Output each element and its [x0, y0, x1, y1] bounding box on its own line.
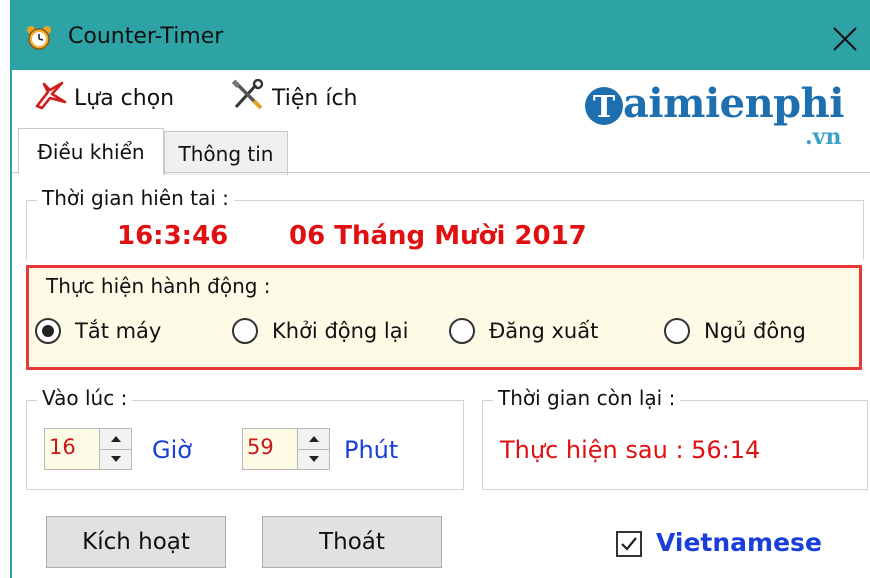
vietnamese-label[interactable]: Vietnamese [656, 528, 822, 557]
svg-text:T: T [593, 90, 616, 125]
radio-hibernate-circle[interactable] [664, 318, 690, 344]
action-legend: Thực hiện hành động : [46, 274, 271, 298]
hour-spinner[interactable]: 16 [44, 428, 132, 470]
current-time-group: Thời gian hiên tai : 16:3:46 06 Tháng Mư… [26, 186, 864, 260]
menu-options-label: Lựa chọn [74, 85, 175, 111]
arrow-up-icon [110, 435, 121, 442]
tools-icon [230, 78, 272, 117]
at-time-legend: Vào lúc : [37, 386, 133, 410]
radio-restart[interactable]: Khởi động lại [232, 318, 408, 344]
minute-up-button[interactable] [298, 429, 329, 450]
vietnamese-checkbox[interactable] [616, 531, 642, 557]
radio-logoff-circle[interactable] [449, 318, 475, 344]
radio-shutdown[interactable]: Tắt máy [35, 318, 161, 344]
action-group: Thực hiện hành động : Tắt máy Khởi động … [26, 265, 862, 370]
remaining-legend: Thời gian còn lại : [493, 386, 681, 410]
taimienphi-logo: T aimienphi .vn [583, 80, 863, 152]
activate-button[interactable]: Kích hoạt [46, 516, 226, 568]
alarm-clock-icon [26, 25, 52, 51]
radio-logoff-label: Đăng xuất [489, 319, 599, 343]
current-time-value: 16:3:46 [117, 221, 229, 251]
exit-button[interactable]: Thoát [262, 516, 442, 568]
minute-spinner[interactable]: 59 [242, 428, 330, 470]
radio-hibernate[interactable]: Ngủ đông [664, 318, 806, 344]
radio-shutdown-circle[interactable] [35, 318, 61, 344]
minute-label: Phút [344, 436, 399, 464]
options-icon [34, 80, 74, 116]
hour-input[interactable]: 16 [44, 428, 100, 470]
radio-logoff[interactable]: Đăng xuất [449, 318, 598, 344]
remaining-value: Thực hiện sau : 56:14 [500, 436, 761, 464]
arrow-up-icon [308, 435, 319, 442]
tab-control[interactable]: Điều khiển [18, 128, 164, 174]
menu-tools-label: Tiện ích [272, 85, 358, 111]
minute-down-button[interactable] [298, 450, 329, 470]
radio-shutdown-label: Tắt máy [75, 319, 162, 343]
title-bar[interactable]: Counter-Timer [10, 0, 870, 70]
arrow-down-icon [110, 456, 121, 463]
brand-name: aimienphi [623, 80, 844, 127]
taimienphi-logo-mark: T [583, 84, 625, 128]
arrow-down-icon [308, 456, 319, 463]
checkmark-icon [621, 537, 637, 551]
menu-tools[interactable]: Tiện ích [230, 78, 358, 117]
close-icon[interactable] [828, 22, 862, 56]
minute-spin-buttons [298, 428, 330, 470]
minute-input[interactable]: 59 [242, 428, 298, 470]
current-date-value: 06 Tháng Mười 2017 [289, 221, 587, 251]
hour-up-button[interactable] [100, 429, 131, 450]
hour-down-button[interactable] [100, 450, 131, 470]
current-time-legend: Thời gian hiên tai : [37, 186, 234, 210]
radio-restart-circle[interactable] [232, 318, 258, 344]
radio-selected-dot [42, 325, 54, 337]
counter-timer-window: Counter-Timer Lựa chọn Tiện ích T aimien… [0, 0, 870, 578]
menu-options[interactable]: Lựa chọn [34, 80, 175, 116]
hour-label: Giờ [152, 436, 192, 464]
hour-spin-buttons [100, 428, 132, 470]
radio-restart-label: Khởi động lại [272, 319, 409, 343]
radio-hibernate-label: Ngủ đông [704, 319, 806, 343]
brand-suffix: .vn [805, 124, 842, 150]
tab-info[interactable]: Thông tin [164, 131, 288, 175]
window-title: Counter-Timer [68, 24, 224, 49]
